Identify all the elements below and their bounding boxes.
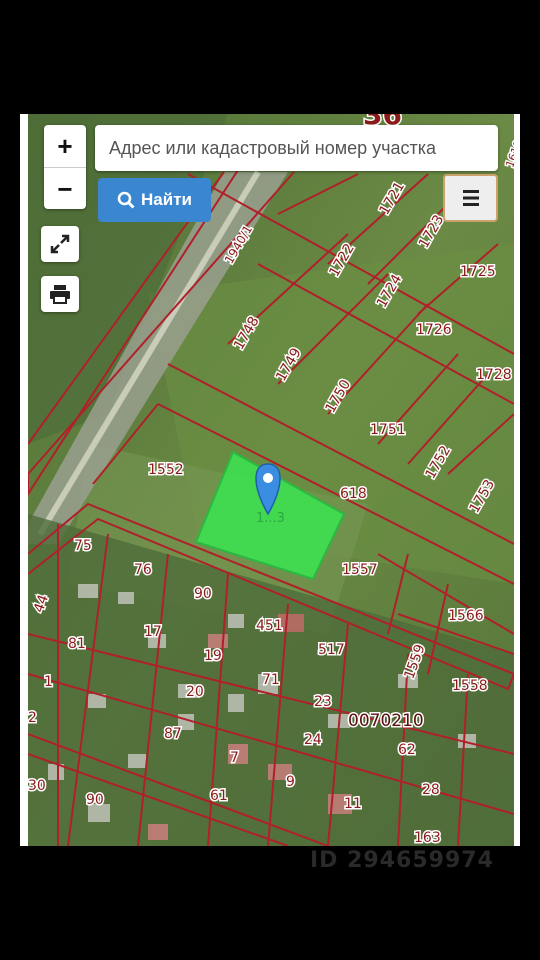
print-button[interactable]	[41, 276, 79, 312]
parcel-label: 1557	[342, 562, 378, 578]
parcel-label: 1	[44, 674, 53, 690]
search-input[interactable]: Адрес или кадастровый номер участка	[95, 125, 498, 171]
parcel-label: 517	[318, 642, 345, 658]
zoom-control: + −	[44, 125, 86, 209]
parcel-label: 76	[134, 562, 152, 578]
search-placeholder: Адрес или кадастровый номер участка	[109, 137, 437, 158]
parcel-label: 1751	[370, 422, 406, 438]
parcel-label: 1558	[452, 678, 488, 694]
watermark-id: ID 294659974	[310, 848, 494, 873]
search-icon	[117, 191, 135, 209]
parcel-label: 9	[286, 774, 295, 790]
parcel-label: 20	[186, 684, 204, 700]
parcel-label: 90	[194, 586, 212, 602]
map-canvas[interactable]: 1...3 36 1721 1723 1722 1725 1724 1940/1…	[28, 114, 514, 846]
parcel-label: 17	[144, 624, 162, 640]
parcel-label: 11	[344, 796, 362, 812]
parcel-label: 7	[230, 750, 239, 766]
parcel-label: 75	[74, 538, 92, 554]
parcel-label: 618	[340, 486, 367, 502]
zoom-out-button[interactable]: −	[44, 168, 86, 210]
parcel-label: 2	[28, 710, 37, 726]
parcel-label: 23	[314, 694, 332, 710]
parcel-label: 24	[304, 732, 322, 748]
cadastral-map[interactable]: 1...3 36 1721 1723 1722 1725 1724 1940/1…	[28, 114, 514, 846]
parcel-label: 1726	[416, 322, 452, 338]
selected-parcel-label: 1...3	[256, 511, 285, 526]
parcel-label: 1728	[476, 367, 512, 383]
find-button-label: Найти	[141, 190, 192, 209]
parcel-label: 451	[256, 618, 283, 634]
parcel-label: 163	[414, 830, 441, 846]
parcel-label: 62	[398, 742, 416, 758]
fullscreen-button[interactable]	[41, 226, 79, 262]
parcel-label: 90	[86, 792, 104, 808]
hamburger-icon	[462, 190, 479, 206]
parcel-label: 61	[210, 788, 228, 804]
printer-icon	[50, 285, 70, 304]
cadastral-block-label: 0070210	[348, 711, 424, 731]
parcel-label: 30	[28, 778, 46, 794]
parcel-label: 87	[164, 726, 182, 742]
zoom-in-button[interactable]: +	[44, 125, 86, 168]
expand-icon	[50, 234, 70, 254]
parcel-label: 1552	[148, 462, 184, 478]
parcel-label: 1566	[448, 608, 484, 624]
parcel-label: 71	[262, 672, 280, 688]
parcel-label: 19	[204, 648, 222, 664]
parcel-label: 1725	[460, 264, 496, 280]
menu-button[interactable]	[443, 174, 498, 222]
parcel-label: 28	[422, 782, 440, 798]
find-button[interactable]: Найти	[98, 178, 211, 222]
parcel-label: 81	[68, 636, 86, 652]
